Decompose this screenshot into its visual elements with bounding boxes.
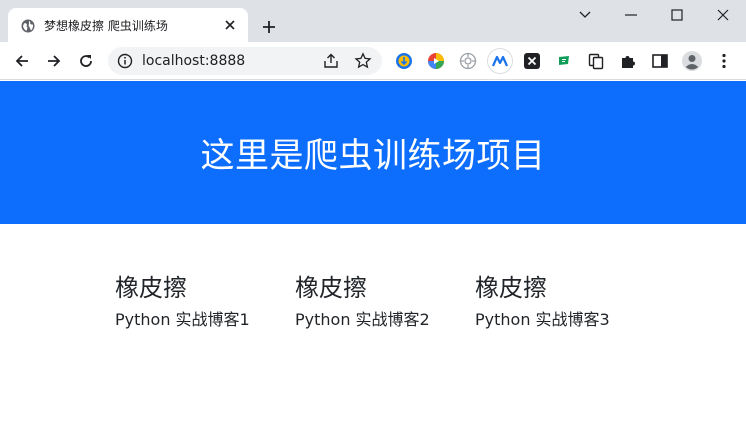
blog-card: 橡皮擦 Python 实战博客1 xyxy=(115,271,285,331)
blog-card: 橡皮擦 Python 实战博客2 xyxy=(295,271,465,331)
share-icon[interactable] xyxy=(322,52,340,70)
site-info-icon[interactable] xyxy=(117,53,133,69)
side-panel-icon[interactable] xyxy=(650,51,670,71)
extension-mountain-icon[interactable] xyxy=(488,49,512,73)
kebab-menu-icon[interactable] xyxy=(714,51,734,71)
tab-search-chevron-icon[interactable] xyxy=(562,0,608,30)
close-window-icon[interactable] xyxy=(700,0,746,30)
reload-icon[interactable] xyxy=(72,47,100,75)
page-heading: 这里是爬虫训练场项目 xyxy=(200,136,546,176)
blog-card: 橡皮擦 Python 实战博客3 xyxy=(475,271,645,331)
card-title: 橡皮擦 xyxy=(475,274,547,302)
minimize-icon[interactable] xyxy=(608,0,654,30)
browser-toolbar: localhost:8888 xyxy=(0,42,746,80)
extension-settings-icon[interactable] xyxy=(458,51,478,71)
maximize-icon[interactable] xyxy=(654,0,700,30)
card-title: 橡皮擦 xyxy=(295,274,367,302)
card-text: Python 实战博客2 xyxy=(295,310,430,329)
extension-download-icon[interactable] xyxy=(394,51,414,71)
new-tab-plus-icon[interactable] xyxy=(256,14,282,40)
card-title: 橡皮擦 xyxy=(115,274,187,302)
browser-tab[interactable]: 梦想橡皮擦 爬虫训练场 xyxy=(8,8,248,42)
forward-arrow-icon[interactable] xyxy=(40,47,68,75)
extension-x-icon[interactable] xyxy=(522,51,542,71)
back-arrow-icon[interactable] xyxy=(8,47,36,75)
extensions-puzzle-icon[interactable] xyxy=(618,51,638,71)
extension-flag-icon[interactable] xyxy=(554,51,574,71)
bookmark-star-icon[interactable] xyxy=(354,52,372,70)
extension-color-icon[interactable] xyxy=(426,51,446,71)
url-text[interactable]: localhost:8888 xyxy=(142,53,245,69)
hero-banner: 这里是爬虫训练场项目 xyxy=(0,81,746,224)
globe-icon xyxy=(21,18,35,33)
page-content: 这里是爬虫训练场项目 橡皮擦 Python 实战博客1 橡皮擦 Python 实… xyxy=(0,81,746,432)
browser-tabstrip: 梦想橡皮擦 爬虫训练场 xyxy=(0,0,746,42)
address-bar[interactable]: localhost:8888 xyxy=(108,47,382,75)
tab-title: 梦想橡皮擦 爬虫训练场 xyxy=(44,19,168,33)
tab-close-icon[interactable] xyxy=(220,15,240,35)
card-text: Python 实战博客3 xyxy=(475,310,610,329)
extension-copy-icon[interactable] xyxy=(586,51,606,71)
profile-avatar-icon[interactable] xyxy=(682,51,702,71)
card-text: Python 实战博客1 xyxy=(115,310,250,329)
